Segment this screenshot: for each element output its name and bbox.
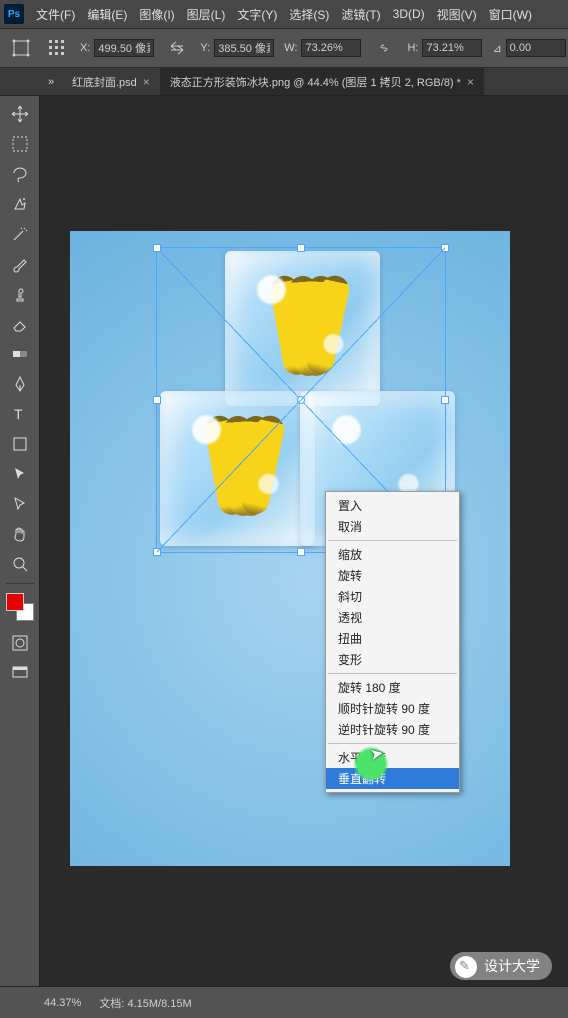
menu-layer[interactable]: 图层(L) bbox=[187, 6, 226, 23]
quick-select-tool-icon[interactable] bbox=[6, 190, 34, 218]
menu-3d[interactable]: 3D(D) bbox=[393, 7, 425, 21]
type-tool-icon[interactable]: T bbox=[6, 400, 34, 428]
ctx-place[interactable]: 置入 bbox=[326, 495, 459, 516]
tab-1-close-icon[interactable]: × bbox=[143, 75, 150, 89]
ctx-warp[interactable]: 变形 bbox=[326, 649, 459, 670]
status-bar: 44.37% 文档: 4.15M/8.15M bbox=[0, 986, 568, 1018]
brush-tool-icon[interactable] bbox=[6, 250, 34, 278]
menu-image[interactable]: 图像(I) bbox=[139, 6, 174, 23]
w-input[interactable] bbox=[301, 39, 361, 57]
tab-1[interactable]: 红底封面.psd × bbox=[62, 68, 160, 95]
marquee-tool-icon[interactable] bbox=[6, 130, 34, 158]
y-label: Y: bbox=[200, 42, 210, 54]
status-doc-label: 文档: bbox=[99, 998, 124, 1010]
menu-select[interactable]: 选择(S) bbox=[289, 6, 329, 23]
status-doc-value: 4.15M/8.15M bbox=[127, 998, 191, 1010]
menu-file[interactable]: 文件(F) bbox=[36, 6, 75, 23]
menu-filter[interactable]: 滤镜(T) bbox=[341, 6, 380, 23]
canvas-viewport[interactable]: 置入 取消 缩放 旋转 斜切 透视 扭曲 变形 旋转 180 度 顺时针旋转 9… bbox=[40, 96, 568, 986]
menu-type[interactable]: 文字(Y) bbox=[237, 6, 277, 23]
stamp-tool-icon[interactable] bbox=[6, 280, 34, 308]
ctx-sep-3 bbox=[328, 743, 457, 744]
tab-2[interactable]: 液态正方形装饰冰块.png @ 44.4% (图层 1 拷贝 2, RGB/8)… bbox=[160, 68, 484, 95]
shape-tool-icon[interactable] bbox=[6, 430, 34, 458]
main-area: T bbox=[0, 96, 568, 986]
tool-bar: T bbox=[0, 96, 40, 986]
watermark-text: 设计大学 bbox=[484, 958, 540, 974]
screenmode-tool-icon[interactable] bbox=[6, 659, 34, 687]
direct-select-tool-icon[interactable] bbox=[6, 490, 34, 518]
w-field: W: bbox=[284, 39, 361, 57]
ctx-flip-v[interactable]: 垂直翻转 bbox=[326, 768, 459, 789]
link-icon[interactable] bbox=[371, 35, 397, 61]
w-label: W: bbox=[284, 42, 297, 54]
status-doc[interactable]: 文档: 4.15M/8.15M bbox=[99, 995, 191, 1011]
y-field: Y: bbox=[200, 39, 274, 57]
move-tool-icon[interactable] bbox=[6, 100, 34, 128]
watermark-badge: 设计大学 bbox=[450, 952, 552, 980]
x-field: X: bbox=[80, 39, 154, 57]
h-input[interactable] bbox=[422, 39, 482, 57]
color-swatches[interactable] bbox=[6, 593, 34, 621]
options-bar: X: Y: W: H: ⊿ bbox=[0, 28, 568, 68]
toolbar-separator bbox=[6, 583, 34, 584]
ctx-rotate[interactable]: 旋转 bbox=[326, 565, 459, 586]
ctx-skew[interactable]: 斜切 bbox=[326, 586, 459, 607]
handle-top-right[interactable] bbox=[441, 244, 449, 252]
x-input[interactable] bbox=[94, 39, 154, 57]
path-select-tool-icon[interactable] bbox=[6, 460, 34, 488]
angle-input[interactable] bbox=[506, 39, 566, 57]
lasso-tool-icon[interactable] bbox=[6, 160, 34, 188]
tab-1-label: 红底封面.psd bbox=[72, 74, 137, 90]
reference-point-icon[interactable] bbox=[44, 35, 70, 61]
gradient-tool-icon[interactable] bbox=[6, 340, 34, 368]
ctx-distort[interactable]: 扭曲 bbox=[326, 628, 459, 649]
tabs-dropdown-icon[interactable]: » bbox=[40, 76, 62, 88]
ctx-scale[interactable]: 缩放 bbox=[326, 544, 459, 565]
tab-2-label: 液态正方形装饰冰块.png @ 44.4% (图层 1 拷贝 2, RGB/8)… bbox=[170, 74, 461, 90]
status-zoom[interactable]: 44.37% bbox=[44, 997, 81, 1009]
document-tabs: » 红底封面.psd × 液态正方形装饰冰块.png @ 44.4% (图层 1… bbox=[0, 68, 568, 96]
swap-xy-icon[interactable] bbox=[164, 35, 190, 61]
angle-label: ⊿ bbox=[492, 42, 501, 55]
angle-field: ⊿ bbox=[492, 39, 565, 57]
ctx-rotate-cw[interactable]: 顺时针旋转 90 度 bbox=[326, 698, 459, 719]
ctx-rotate-ccw[interactable]: 逆时针旋转 90 度 bbox=[326, 719, 459, 740]
ctx-cancel[interactable]: 取消 bbox=[326, 516, 459, 537]
menu-edit[interactable]: 编辑(E) bbox=[87, 6, 127, 23]
wand-tool-icon[interactable] bbox=[6, 220, 34, 248]
y-input[interactable] bbox=[214, 39, 274, 57]
eraser-tool-icon[interactable] bbox=[6, 310, 34, 338]
h-field: H: bbox=[407, 39, 482, 57]
menu-view[interactable]: 视图(V) bbox=[437, 6, 477, 23]
ctx-perspective[interactable]: 透视 bbox=[326, 607, 459, 628]
ctx-sep-2 bbox=[328, 673, 457, 674]
quickmask-tool-icon[interactable] bbox=[6, 629, 34, 657]
x-label: X: bbox=[80, 42, 90, 54]
zoom-tool-icon[interactable] bbox=[6, 550, 34, 578]
hand-tool-icon[interactable] bbox=[6, 520, 34, 548]
pen-tool-icon[interactable] bbox=[6, 370, 34, 398]
context-menu: 置入 取消 缩放 旋转 斜切 透视 扭曲 变形 旋转 180 度 顺时针旋转 9… bbox=[325, 491, 460, 793]
menu-window[interactable]: 窗口(W) bbox=[489, 6, 532, 23]
ctx-flip-h[interactable]: 水平翻转 bbox=[326, 747, 459, 768]
ctx-rotate-180[interactable]: 旋转 180 度 bbox=[326, 677, 459, 698]
menu-bar: Ps 文件(F) 编辑(E) 图像(I) 图层(L) 文字(Y) 选择(S) 滤… bbox=[0, 0, 568, 28]
tab-2-close-icon[interactable]: × bbox=[467, 75, 474, 89]
h-label: H: bbox=[407, 42, 418, 54]
ctx-sep-1 bbox=[328, 540, 457, 541]
app-icon: Ps bbox=[4, 4, 24, 24]
svg-text:T: T bbox=[14, 406, 23, 422]
foreground-color-icon[interactable] bbox=[6, 593, 24, 611]
transform-tool-icon[interactable] bbox=[8, 35, 34, 61]
